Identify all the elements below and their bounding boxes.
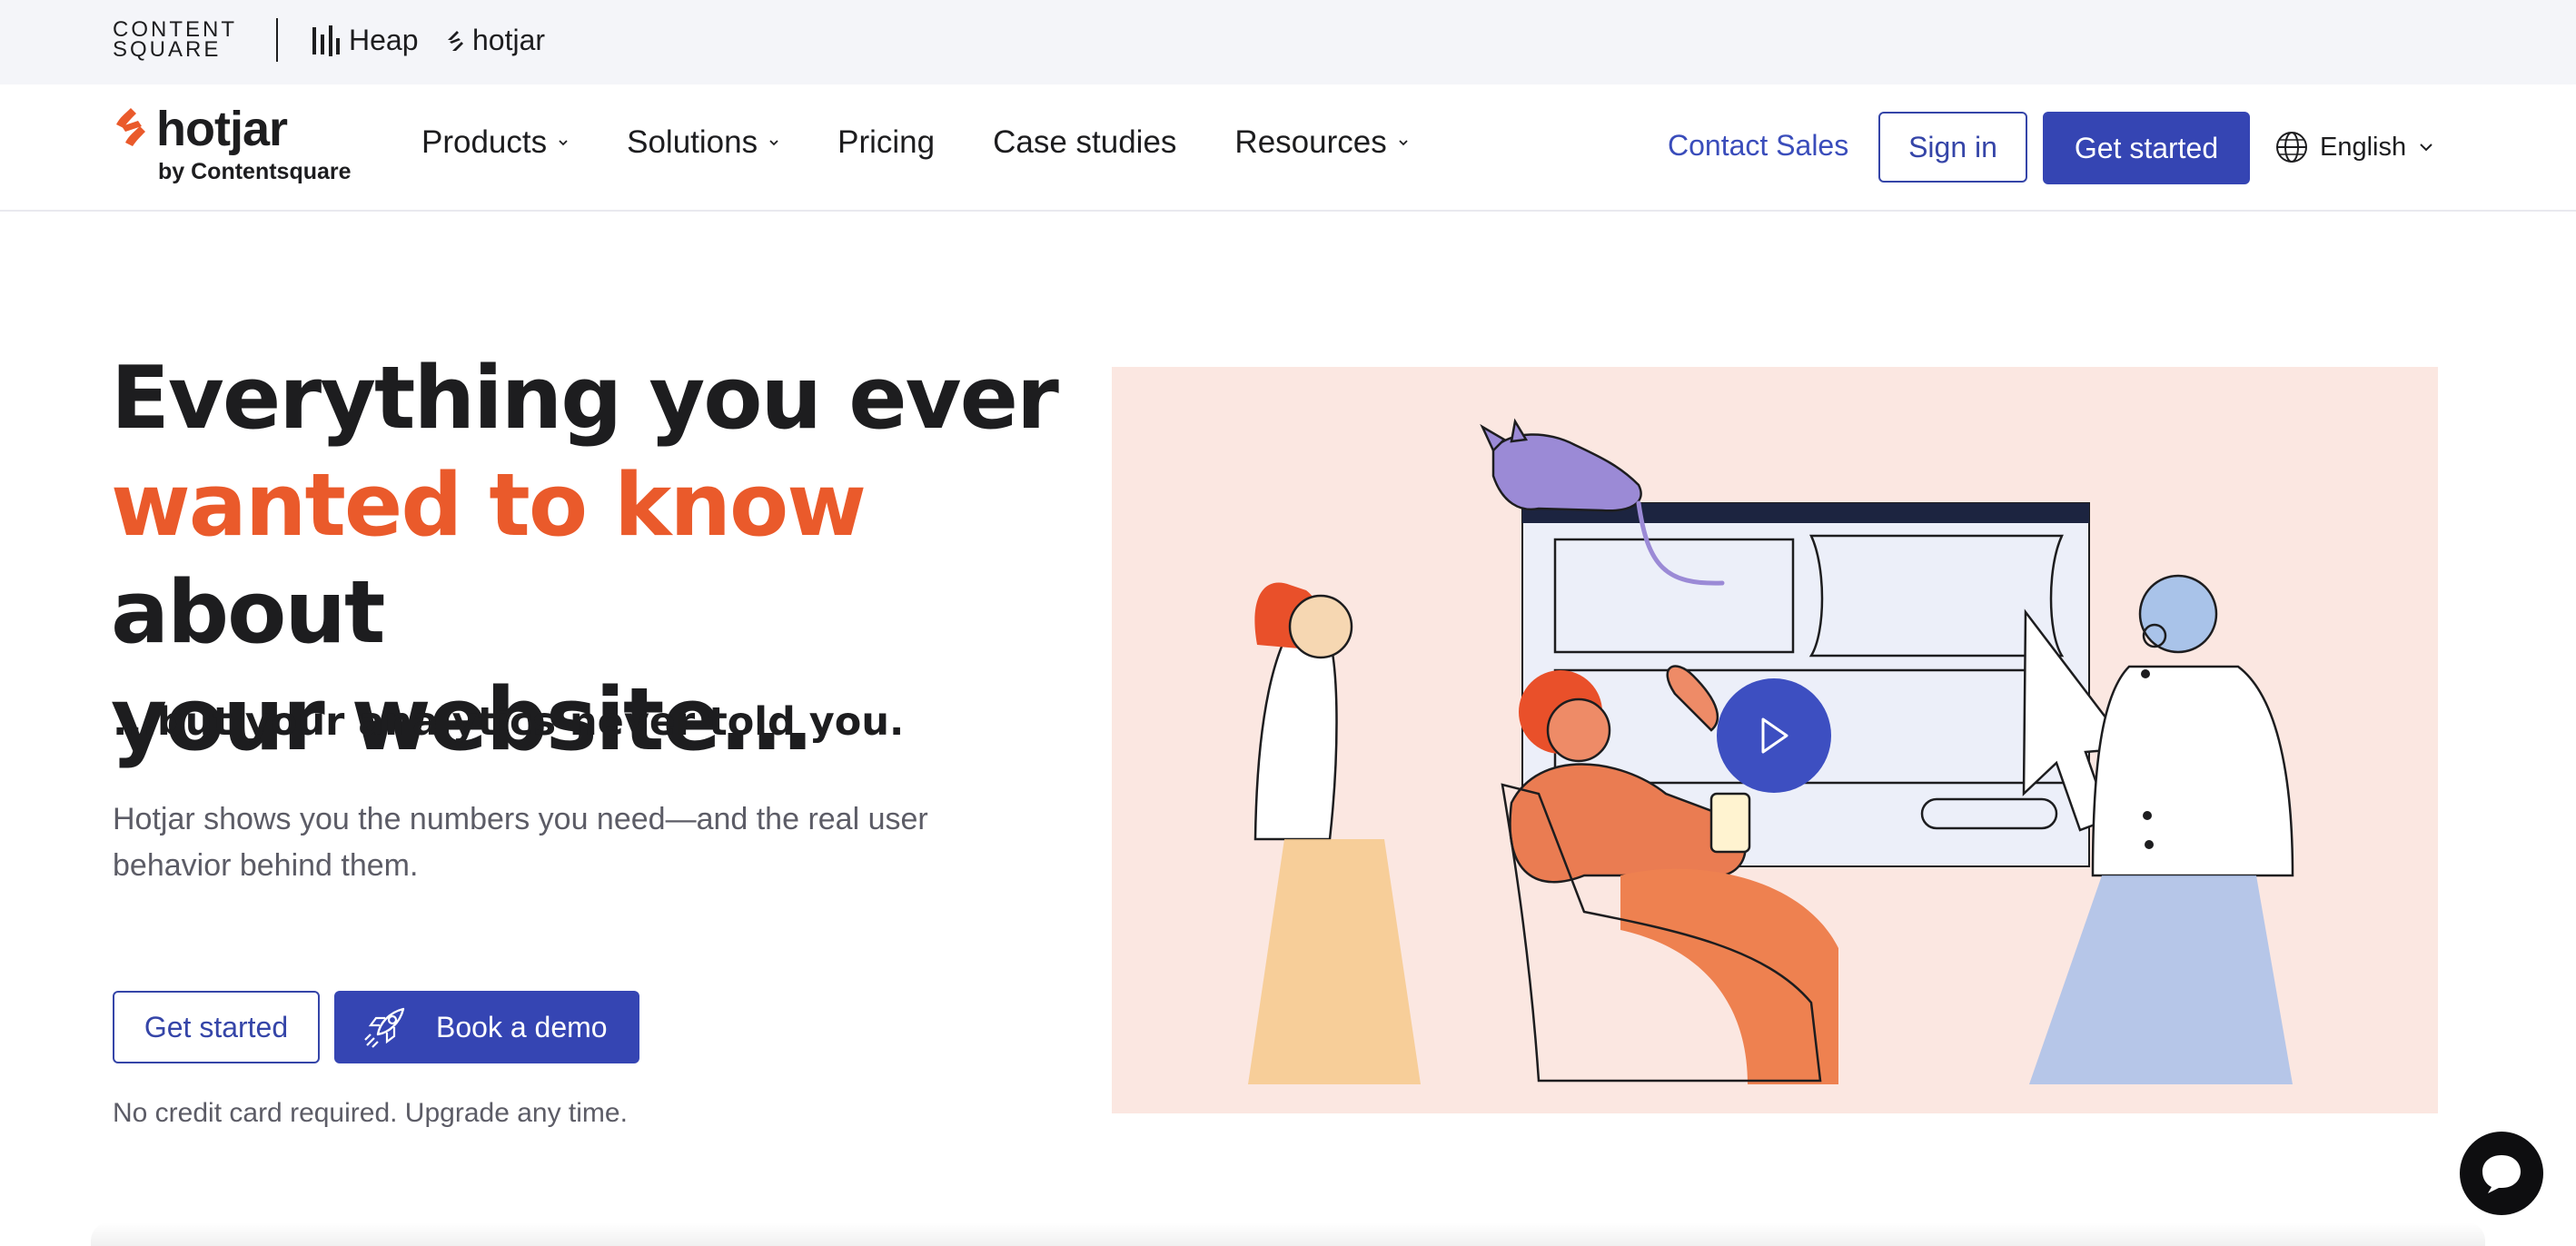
hotjar-small-label: hotjar xyxy=(472,24,546,56)
primary-menu: Products Solutions Pricing Case studies … xyxy=(421,124,1467,161)
chevron-down-icon xyxy=(559,140,568,146)
play-video-button[interactable] xyxy=(1717,678,1831,793)
language-selector[interactable]: English xyxy=(2274,130,2433,164)
logo-subtitle: by Contentsquare xyxy=(158,159,352,184)
menu-resources-label: Resources xyxy=(1234,124,1387,160)
heap-label: Heap xyxy=(349,24,419,56)
no-credit-card-note: No credit card required. Upgrade any tim… xyxy=(113,1098,628,1128)
play-icon xyxy=(1761,717,1788,754)
headline-highlight: wanted to know xyxy=(111,456,867,556)
menu-solutions-label: Solutions xyxy=(627,124,758,160)
chevron-down-icon xyxy=(1399,140,1408,146)
heap-logo[interactable]: Heap xyxy=(312,24,419,57)
headline-line-2: about xyxy=(111,563,385,663)
menu-solutions[interactable]: Solutions xyxy=(627,124,779,161)
book-demo-button[interactable]: Book a demo xyxy=(334,991,639,1063)
hotjar-small-logo[interactable]: hotjar xyxy=(445,24,545,57)
nav-get-started-button[interactable]: Get started xyxy=(2043,112,2250,184)
chevron-down-icon xyxy=(769,140,778,146)
hotjar-flame-icon xyxy=(116,108,145,146)
sign-in-button[interactable]: Sign in xyxy=(1878,112,2027,183)
logo-wordmark: hotjar xyxy=(156,102,288,156)
hero-description: Hotjar shows you the numbers you need—an… xyxy=(113,802,928,883)
hotjar-logo[interactable]: hotjar by Contentsquare xyxy=(113,102,358,195)
chat-bubble-icon xyxy=(2482,1155,2521,1193)
heap-mark-icon xyxy=(312,25,340,56)
menu-case-studies-label: Case studies xyxy=(993,124,1177,160)
contentsquare-logo[interactable]: CONTENT SQUARE xyxy=(113,19,240,61)
hero-get-started-button[interactable]: Get started xyxy=(113,991,320,1063)
book-demo-label: Book a demo xyxy=(436,1010,608,1043)
globe-icon xyxy=(2276,132,2307,163)
language-label: English xyxy=(2320,132,2407,162)
menu-pricing-label: Pricing xyxy=(837,124,936,160)
chevron-down-icon xyxy=(2420,143,2432,152)
chat-widget-button[interactable] xyxy=(2460,1132,2543,1215)
brand-divider xyxy=(276,18,278,62)
menu-products[interactable]: Products xyxy=(421,124,569,161)
menu-case-studies[interactable]: Case studies xyxy=(993,124,1176,161)
rocket-icon xyxy=(364,1007,405,1048)
menu-pricing[interactable]: Pricing xyxy=(837,124,935,161)
brand-bar: CONTENT SQUARE Heap hotjar xyxy=(0,0,2576,84)
main-nav: hotjar by Contentsquare Products Solutio… xyxy=(0,84,2576,212)
bottom-section-edge xyxy=(91,1222,2485,1246)
menu-resources[interactable]: Resources xyxy=(1234,124,1408,161)
headline-line-1: Everything you ever xyxy=(111,349,1059,449)
hotjar-mark-icon xyxy=(448,30,463,51)
contact-sales-link[interactable]: Contact Sales xyxy=(1668,129,1848,163)
menu-products-label: Products xyxy=(421,124,548,160)
hero-subheading: ...but your analytics never told you. xyxy=(113,699,905,745)
